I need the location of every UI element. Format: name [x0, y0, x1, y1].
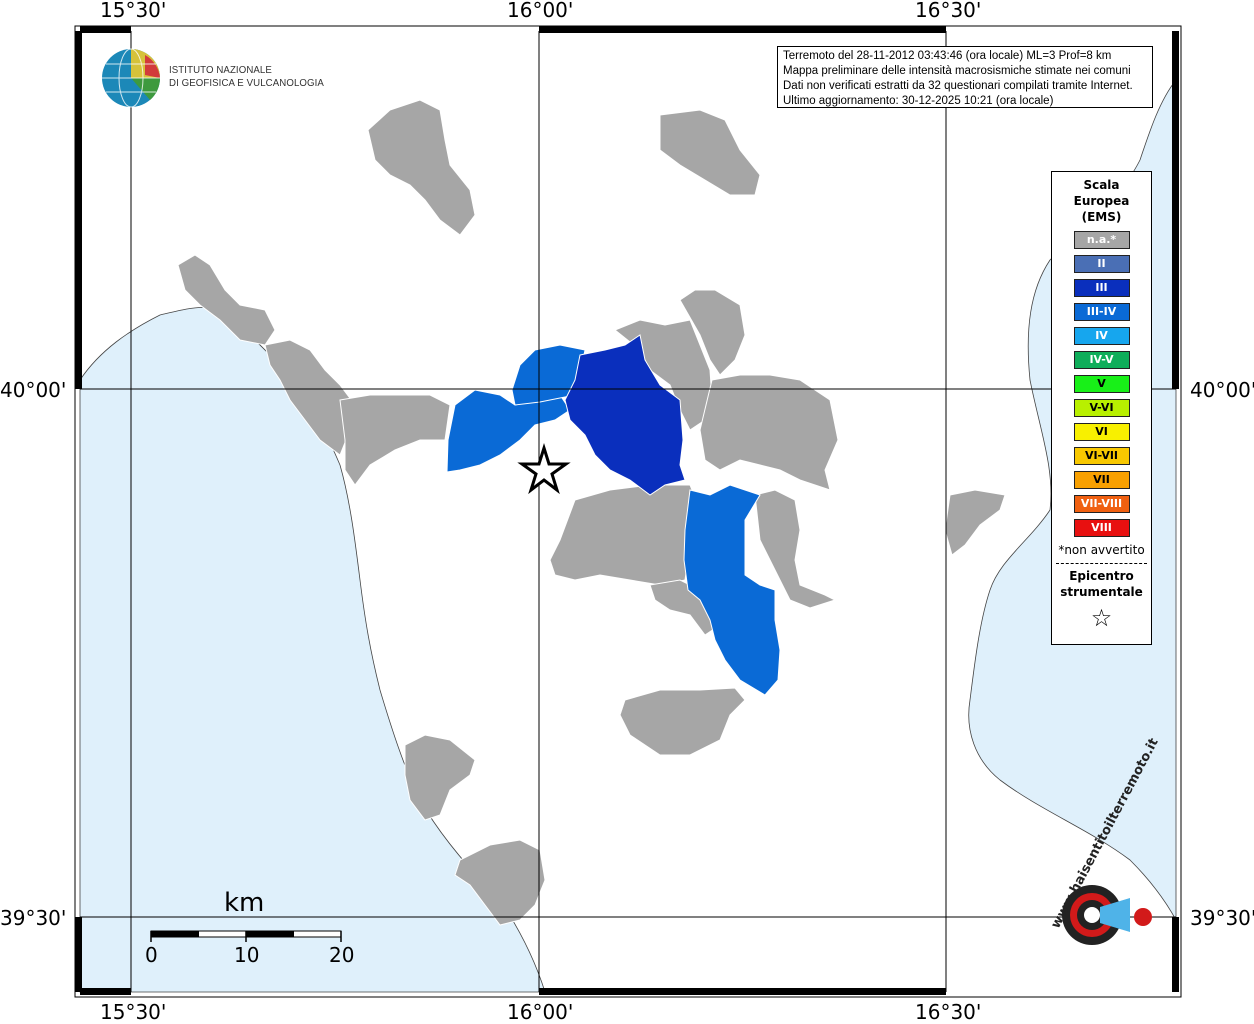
lon-label-bottom-1: 15°30' — [100, 1000, 167, 1024]
lon-label-bottom-3: 16°30' — [915, 1000, 982, 1024]
lat-label-left-2: 39°30' — [0, 906, 67, 930]
legend-item-iv: IV — [1073, 327, 1130, 345]
scale-unit: km — [224, 888, 265, 918]
lat-label-right-2: 39°30' — [1190, 906, 1254, 930]
legend-item-ii: II — [1073, 255, 1130, 273]
info-line: Terremoto del 28-11-2012 03:43:46 (ora l… — [783, 50, 1112, 62]
lon-label-top-1: 15°30' — [100, 0, 167, 22]
legend-item-vii: VII — [1073, 471, 1130, 489]
legend-item-viii: VIII — [1073, 519, 1130, 537]
info-line: Ultimo aggiornamento: 30-12-2025 10:21 (… — [783, 95, 1054, 107]
legend-epicenter-line: Epicentro — [1069, 569, 1134, 583]
ingv-logo-text: ISTITUTO NAZIONALE DI GEOFISICA E VULCAN… — [169, 64, 324, 90]
logo-line-2: DI GEOFISICA E VULCANOLOGIA — [169, 77, 324, 89]
legend-epicenter-label: Epicentro strumentale — [1052, 568, 1151, 600]
legend-star-icon: ☆ — [1090, 604, 1113, 632]
legend-title-line: (EMS) — [1081, 210, 1122, 224]
legend-epicenter-line: strumentale — [1060, 585, 1143, 599]
info-line: Mappa preliminare delle intensità macros… — [783, 65, 1131, 77]
legend-item-n-a-: n.a.* — [1073, 231, 1130, 249]
scale-tick-20: 20 — [329, 943, 355, 967]
lon-label-top-3: 16°30' — [915, 0, 982, 22]
info-line: Dati non verificati estratti da 32 quest… — [783, 80, 1133, 92]
legend-title: Scala Europea (EMS) — [1052, 177, 1151, 225]
legend-items: n.a.* II III III-IV IV IV-V V V-VI VI VI-VII VII VI… — [1052, 231, 1151, 537]
legend-item-vi: VI — [1073, 423, 1130, 441]
lon-label-bottom-2: 16°00' — [507, 1000, 574, 1024]
legend-item-iv-v: IV-V — [1073, 351, 1130, 369]
ingv-globe-icon — [102, 48, 161, 108]
scale-tick-0: 0 — [145, 943, 158, 967]
legend-item-v-vi: V-VI — [1073, 399, 1130, 417]
legend-item-vi-vii: VI-VII — [1073, 447, 1130, 465]
legend-divider — [1056, 563, 1147, 564]
event-info-box: Terremoto del 28-11-2012 03:43:46 (ora l… — [777, 46, 1153, 108]
scale-tick-10: 10 — [234, 943, 260, 967]
legend-item-iii: III — [1073, 279, 1130, 297]
legend-item-iii-iv: III-IV — [1073, 303, 1130, 321]
logo-line-1: ISTITUTO NAZIONALE — [169, 64, 272, 76]
legend-note: *non avvertito — [1058, 543, 1145, 557]
ems-legend: Scala Europea (EMS) n.a.* II III III-IV IV IV… — [1051, 171, 1152, 645]
legend-title-line: Scala — [1083, 178, 1120, 192]
lat-label-right-1: 40°00' — [1190, 378, 1254, 402]
legend-item-v: V — [1073, 375, 1130, 393]
lon-label-top-2: 16°00' — [507, 0, 574, 22]
legend-title-line: Europea — [1073, 194, 1130, 208]
lat-label-left-1: 40°00' — [0, 378, 67, 402]
legend-item-vii-viii: VII-VIII — [1073, 495, 1130, 513]
